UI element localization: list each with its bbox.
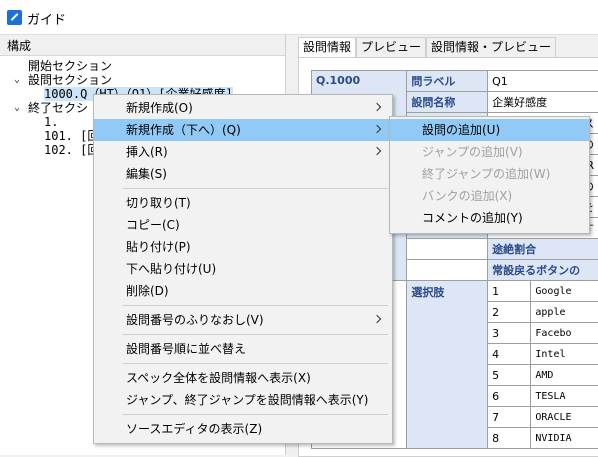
label-cell: 設問名称: [406, 91, 489, 113]
menu-item-paste[interactable]: 貼り付け(P): [94, 236, 392, 258]
app-icon: [7, 10, 22, 25]
expand-chevron-icon[interactable]: ⌄: [14, 73, 20, 87]
context-menu: 新規作成(O) 新規作成（下へ）(Q) 挿入(R) 編集(S) 切り取り(T) …: [93, 94, 393, 444]
tree-item-end-section[interactable]: ⌄ 終了セクシ: [14, 101, 88, 115]
option-value: AMD: [530, 364, 598, 386]
option-value: apple: [530, 301, 598, 323]
tree-item-end-1[interactable]: 1.: [44, 115, 58, 129]
label-cell: [406, 259, 489, 281]
merged-label-cell: 途絶割合: [487, 238, 598, 260]
merged-label-cell: 常設戻るボタンの: [487, 259, 598, 281]
menu-item-paste-below[interactable]: 下へ貼り付け(U): [94, 258, 392, 280]
structure-header-label: 構成: [7, 39, 32, 53]
option-value: ORACLE: [530, 406, 598, 428]
menu-item-renumber[interactable]: 設問番号のふりなおし(V): [94, 309, 392, 331]
menu-item-edit[interactable]: 編集(S): [94, 163, 392, 185]
tab-question-info-preview[interactable]: 設問情報・プレビュー: [426, 37, 557, 57]
menu-separator: [122, 363, 388, 364]
menu-separator: [122, 188, 388, 189]
tab-preview[interactable]: プレビュー: [356, 37, 427, 57]
menu-separator: [122, 334, 388, 335]
submenu-item-add-jump[interactable]: ジャンプの追加(V): [390, 141, 589, 163]
option-value: NVIDIA: [530, 427, 598, 449]
option-number: 1: [487, 280, 532, 302]
tree-item-question-section[interactable]: ⌄ 設問セクション: [14, 73, 112, 87]
chevron-right-icon: [372, 102, 382, 112]
option-value: Facebo: [530, 322, 598, 344]
option-number: 2: [487, 301, 532, 323]
menu-item-copy[interactable]: コピー(C): [94, 214, 392, 236]
option-number: 5: [487, 364, 532, 386]
option-number: 4: [487, 343, 532, 365]
tree-item-end-102[interactable]: 102. [回: [44, 143, 99, 157]
label-cell: [406, 238, 489, 260]
menu-item-source-editor[interactable]: ソースエディタの表示(Z): [94, 418, 392, 440]
submenu-item-add-end-jump[interactable]: 終了ジャンプの追加(W): [390, 163, 589, 185]
menu-item-show-jumps[interactable]: ジャンプ、終了ジャンプを設問情報へ表示(Y): [94, 389, 392, 411]
menu-item-delete[interactable]: 削除(D): [94, 280, 392, 302]
chevron-right-icon: [372, 314, 382, 324]
option-number: 8: [487, 427, 532, 449]
menu-item-new[interactable]: 新規作成(O): [94, 97, 392, 119]
chevron-right-icon: [372, 124, 382, 134]
menu-separator: [122, 414, 388, 415]
label-cell: 問ラベル: [406, 70, 489, 92]
submenu-new-below: 設問の追加(U) ジャンプの追加(V) 終了ジャンプの追加(W) バンクの追加(…: [389, 116, 590, 234]
menu-item-new-below[interactable]: 新規作成（下へ）(Q): [94, 119, 392, 141]
tree-item-end-101[interactable]: 101. [回: [44, 129, 99, 143]
submenu-item-add-question[interactable]: 設問の追加(U): [390, 119, 589, 141]
tab-question-info[interactable]: 設問情報: [298, 37, 357, 58]
window-title: ガイド: [27, 13, 67, 28]
option-value: TESLA: [530, 385, 598, 407]
submenu-item-add-comment[interactable]: コメントの追加(Y): [390, 207, 589, 229]
option-number: 7: [487, 406, 532, 428]
option-value: Google: [530, 280, 598, 302]
menu-item-sort-by-number[interactable]: 設問番号順に並べ替え: [94, 338, 392, 360]
option-number: 3: [487, 322, 532, 344]
submenu-item-add-bank[interactable]: バンクの追加(X): [390, 185, 589, 207]
chevron-right-icon: [372, 146, 382, 156]
title-bar: ガイド: [0, 0, 598, 35]
menu-separator: [122, 305, 388, 306]
value-cell: 企業好感度: [487, 91, 598, 113]
option-value: Intel: [530, 343, 598, 365]
menu-item-cut[interactable]: 切り取り(T): [94, 192, 392, 214]
value-cell: Q1: [487, 70, 598, 92]
tree-item-start-section[interactable]: 開始セクション: [28, 59, 112, 73]
option-number: 6: [487, 385, 532, 407]
structure-panel-header: 構成: [0, 35, 285, 56]
options-label: 選択肢: [406, 280, 489, 449]
expand-chevron-icon[interactable]: ⌄: [14, 101, 20, 115]
menu-item-insert[interactable]: 挿入(R): [94, 141, 392, 163]
menu-item-show-spec[interactable]: スペック全体を設問情報へ表示(X): [94, 367, 392, 389]
